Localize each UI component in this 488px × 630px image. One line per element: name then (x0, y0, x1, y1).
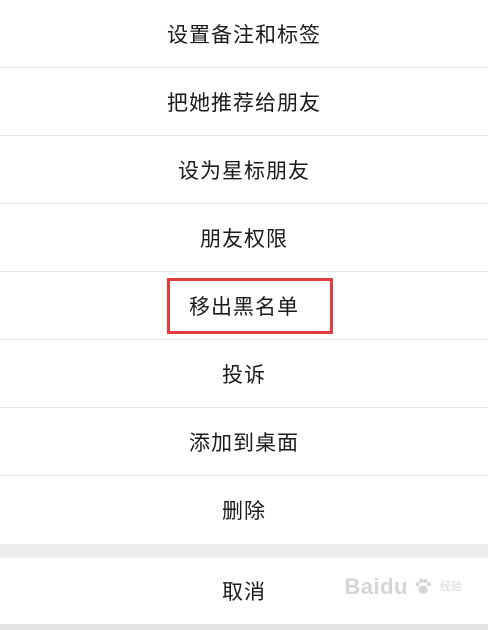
menu-item-label: 朋友权限 (200, 226, 288, 251)
menu-item-set-remark-and-tags[interactable]: 设置备注和标签 (0, 0, 488, 68)
menu-item-label: 设置备注和标签 (167, 22, 321, 47)
menu-item-label: 把她推荐给朋友 (167, 90, 321, 115)
menu-item-delete[interactable]: 删除 (0, 476, 488, 544)
menu-item-label: 删除 (222, 499, 266, 523)
menu-item-label: 投诉 (222, 362, 266, 387)
menu-item-add-to-desktop[interactable]: 添加到桌面 (0, 408, 488, 476)
menu-item-friend-permissions[interactable]: 朋友权限 (0, 204, 488, 272)
menu-item-label: 添加到桌面 (189, 430, 299, 455)
cancel-label: 取消 (222, 580, 266, 604)
menu-item-recommend-to-friend[interactable]: 把她推荐给朋友 (0, 68, 488, 136)
bottom-edge (0, 624, 488, 630)
menu-item-label: 移出黑名单 (189, 294, 299, 319)
section-divider (0, 546, 488, 558)
action-menu: 设置备注和标签 把她推荐给朋友 设为星标朋友 朋友权限 移出黑名单 投诉 添加到… (0, 0, 488, 544)
menu-item-remove-from-blacklist[interactable]: 移出黑名单 (0, 272, 488, 340)
cancel-button[interactable]: 取消 (0, 558, 488, 624)
action-sheet: 设置备注和标签 把她推荐给朋友 设为星标朋友 朋友权限 移出黑名单 投诉 添加到… (0, 0, 488, 630)
menu-item-label: 设为星标朋友 (178, 158, 310, 183)
menu-item-star-friend[interactable]: 设为星标朋友 (0, 136, 488, 204)
menu-item-report[interactable]: 投诉 (0, 340, 488, 408)
